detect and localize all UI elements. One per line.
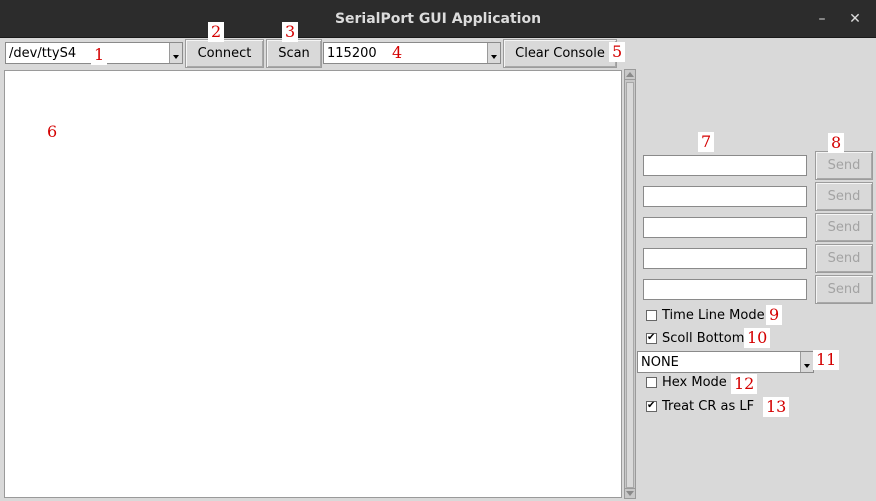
annotation-label: 6 [44, 122, 61, 142]
scroll-bottom-label: Scoll Bottom [662, 331, 745, 346]
hex-mode-checkbox[interactable]: Hex Mode [646, 375, 727, 390]
scan-button[interactable]: Scan [266, 39, 322, 68]
send-input-2[interactable] [643, 186, 807, 207]
scroll-bottom-checkbox[interactable]: Scoll Bottom [646, 331, 744, 346]
treat-cr-as-lf-checkbox[interactable]: Treat CR as LF [646, 399, 754, 414]
console-output[interactable] [4, 70, 622, 498]
minimize-icon[interactable]: – [812, 9, 832, 29]
annotation-label: 9 [766, 305, 783, 325]
scroll-down-icon[interactable] [625, 488, 635, 498]
annotation-label: 13 [763, 397, 790, 417]
send-button-4[interactable]: Send [815, 244, 873, 273]
send-input-5[interactable] [643, 279, 807, 300]
chevron-down-icon[interactable] [487, 43, 500, 63]
annotation-label: 5 [609, 42, 626, 62]
annotation-label: 1 [91, 45, 108, 65]
send-button-2[interactable]: Send [815, 182, 873, 211]
checkbox-checked-icon[interactable] [646, 331, 657, 345]
checkbox-icon[interactable] [646, 310, 657, 321]
annotation-label: 8 [828, 133, 845, 153]
send-button-5[interactable]: Send [815, 275, 873, 304]
hex-mode-label: Hex Mode [662, 375, 727, 390]
checkbox-checked-icon[interactable] [646, 399, 657, 413]
line-ending-value: NONE [641, 355, 679, 370]
annotation-label: 10 [744, 328, 771, 348]
port-select-value: /dev/ttyS4 [9, 46, 77, 61]
send-input-1[interactable] [643, 155, 807, 176]
treat-cr-as-lf-label: Treat CR as LF [662, 399, 755, 414]
connect-button[interactable]: Connect [185, 39, 264, 68]
clear-console-button[interactable]: Clear Console [503, 39, 617, 68]
annotation-label: 4 [389, 43, 406, 63]
annotation-label: 12 [731, 374, 758, 394]
scroll-up-icon[interactable] [625, 70, 635, 80]
send-input-3[interactable] [643, 217, 807, 238]
console-scrollbar[interactable] [624, 69, 636, 499]
annotation-label: 11 [813, 350, 840, 370]
scrollbar-thumb[interactable] [626, 82, 634, 488]
annotation-label: 3 [282, 22, 299, 42]
baud-rate-select[interactable]: 115200 [323, 42, 501, 64]
window-titlebar: SerialPort GUI Application – ✕ [0, 0, 876, 38]
time-line-mode-checkbox[interactable]: Time Line Mode [646, 308, 765, 323]
window-title: SerialPort GUI Application [334, 11, 542, 27]
checkbox-icon[interactable] [646, 377, 657, 388]
annotation-label: 2 [208, 22, 225, 42]
send-button-3[interactable]: Send [815, 213, 873, 242]
time-line-mode-label: Time Line Mode [662, 308, 765, 323]
line-ending-select[interactable]: NONE [637, 351, 814, 373]
send-input-4[interactable] [643, 248, 807, 269]
annotation-label: 7 [698, 132, 715, 152]
chevron-down-icon[interactable] [169, 43, 182, 63]
chevron-down-icon[interactable] [800, 352, 813, 372]
close-icon[interactable]: ✕ [845, 9, 865, 29]
send-button-1[interactable]: Send [815, 151, 873, 180]
baud-rate-value: 115200 [327, 46, 377, 61]
main-window: /dev/ttyS4 Connect Scan 115200 Clear Con… [0, 38, 876, 501]
